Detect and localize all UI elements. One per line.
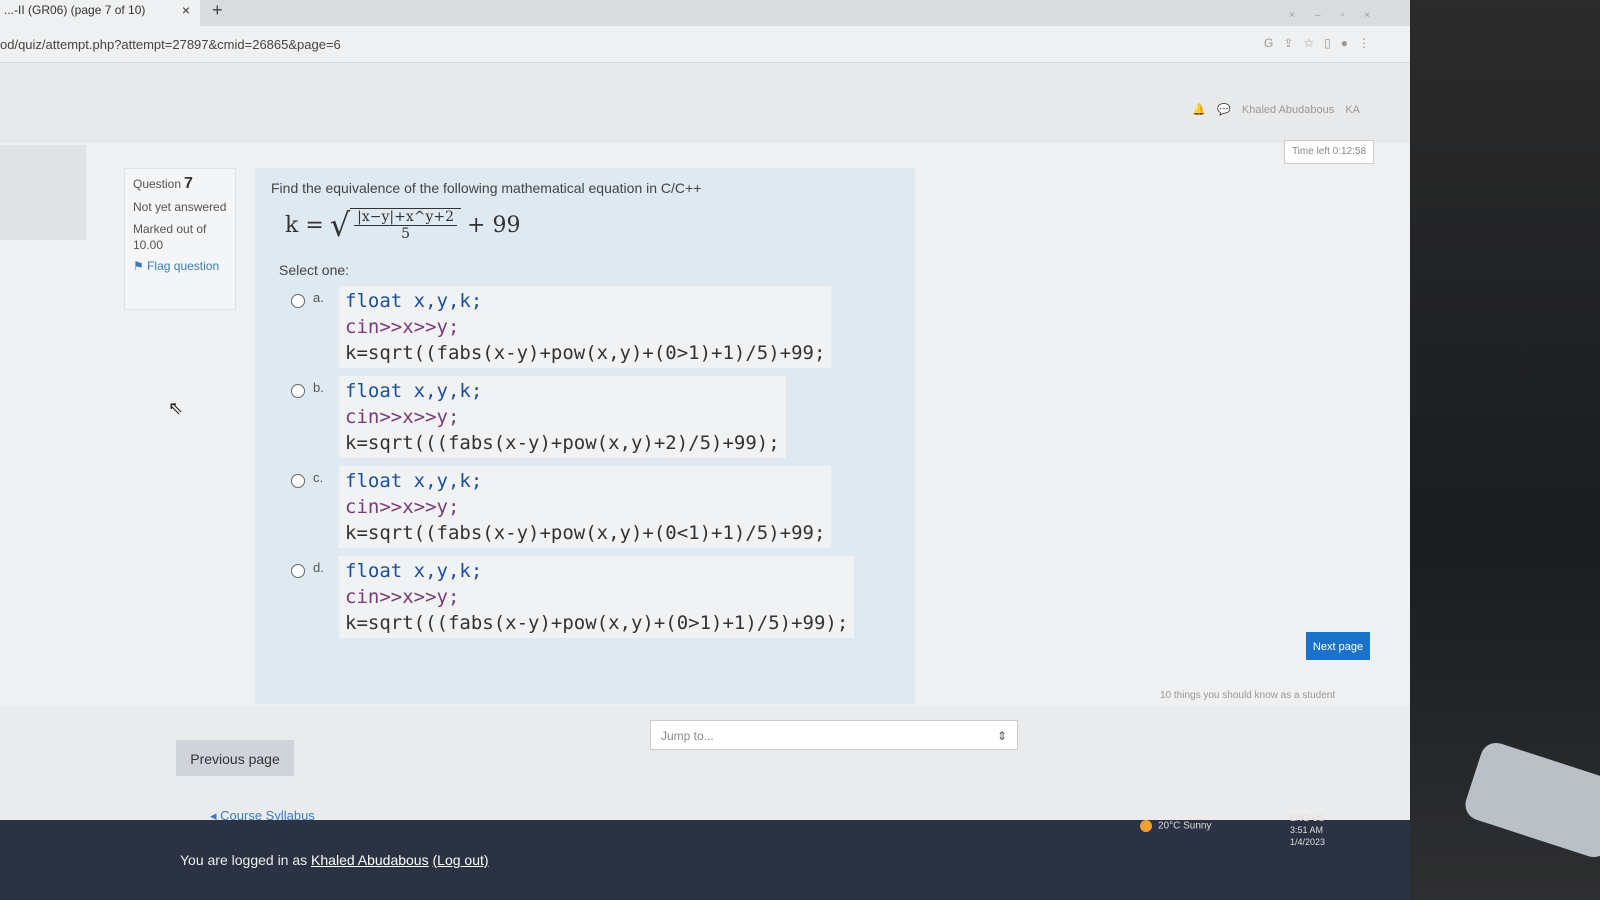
sun-icon xyxy=(1140,820,1152,832)
fraction: |x−y|+x^y+2 5 xyxy=(350,208,462,242)
answer-letter: d. xyxy=(313,560,324,575)
flag-icon: ⚑ xyxy=(133,259,148,273)
previous-page-button[interactable]: Previous page xyxy=(176,740,294,776)
answer-letter: a. xyxy=(313,290,324,305)
url-text[interactable]: od/quiz/attempt.php?attempt=27897&cmid=2… xyxy=(0,37,341,52)
sqrt-symbol: √ |x−y|+x^y+2 5 xyxy=(329,206,462,244)
answer-letter: b. xyxy=(313,380,324,395)
question-text: Find the equivalence of the following ma… xyxy=(271,180,702,196)
answer-code[interactable]: float x,y,k; cin>>x>>y; k=sqrt(((fabs(x-y)… xyxy=(339,556,855,638)
user-link[interactable]: Khaled Abudabous xyxy=(311,852,429,868)
site-header: 🔔 💬 Khaled Abudabous KA xyxy=(0,63,1410,143)
numerator: |x−y|+x^y+2 xyxy=(354,209,458,226)
user-name[interactable]: Khaled Abudabous xyxy=(1242,104,1334,116)
answer-code[interactable]: float x,y,k; cin>>x>>y; k=sqrt((fabs(x-y)+… xyxy=(339,466,832,548)
jump-to-select[interactable]: Jump to... ⇕ xyxy=(650,720,1018,750)
select-arrow-icon: ⇕ xyxy=(996,729,1007,743)
denominator: 5 xyxy=(401,226,411,242)
bell-icon[interactable]: 🔔 xyxy=(1192,104,1206,116)
flag-question-link[interactable]: ⚑ Flag question xyxy=(133,259,227,273)
chat-icon[interactable]: 💬 xyxy=(1217,104,1231,116)
question-number: 7 xyxy=(184,175,193,192)
next-page-button[interactable]: Next page xyxy=(1306,632,1370,660)
question-label: Question xyxy=(133,177,182,191)
radio-d[interactable] xyxy=(291,564,305,578)
answer-option-b[interactable]: b. float x,y,k; cin>>x>>y; k=sqrt(((fabs(x… xyxy=(291,376,899,458)
user-menu[interactable]: 🔔 💬 Khaled Abudabous KA xyxy=(1184,103,1360,116)
new-tab-icon[interactable]: + xyxy=(212,0,223,20)
question-content: Find the equivalence of the following ma… xyxy=(255,168,915,704)
taskbar-weather[interactable]: 20°C Sunny xyxy=(1140,820,1211,832)
answer-option-c[interactable]: c. float x,y,k; cin>>x>>y; k=sqrt((fabs(x-… xyxy=(291,466,899,548)
browser-tab[interactable]: ...-II (GR06) (page 7 of 10) × xyxy=(0,0,200,26)
answer-option-a[interactable]: a. float x,y,k; cin>>x>>y; k=sqrt((fabs(x-… xyxy=(291,286,899,368)
math-formula: k = √ |x−y|+x^y+2 5 + 99 xyxy=(285,206,899,244)
select-one-label: Select one: xyxy=(279,262,350,278)
mouse-cursor-icon: ⇖ xyxy=(168,398,184,418)
tab-close-icon[interactable]: × xyxy=(182,0,190,20)
quiz-timer: Time left 0:12:58 xyxy=(1284,140,1374,164)
window-controls[interactable]: ×–▫× xyxy=(1289,10,1390,21)
question-info: Question 7 Not yet answered Marked out of… xyxy=(124,168,236,310)
toolbar-icons[interactable]: G⇪☆▯●⋮ xyxy=(1264,36,1380,50)
tab-title: ...-II (GR06) (page 7 of 10) xyxy=(4,3,146,17)
logout-link[interactable]: (Log out) xyxy=(433,852,489,868)
radio-a[interactable] xyxy=(291,294,305,308)
formula-rhs: + 99 xyxy=(467,212,521,238)
jump-to-placeholder: Jump to... xyxy=(661,729,714,743)
browser-screen: ...-II (GR06) (page 7 of 10) × + ×–▫× od… xyxy=(0,0,1410,900)
radio-b[interactable] xyxy=(291,384,305,398)
answer-option-d[interactable]: d. float x,y,k; cin>>x>>y; k=sqrt(((fabs(x… xyxy=(291,556,899,638)
radio-c[interactable] xyxy=(291,474,305,488)
logged-in-info: You are logged in as Khaled Abudabous (L… xyxy=(180,852,489,868)
formula-lhs: k = xyxy=(285,212,324,238)
answer-code[interactable]: float x,y,k; cin>>x>>y; k=sqrt(((fabs(x-y)… xyxy=(339,376,786,458)
avatar[interactable]: KA xyxy=(1345,104,1360,116)
answer-letter: c. xyxy=(313,470,324,485)
question-marks: Marked out of 10.00 xyxy=(133,222,207,252)
left-drawer xyxy=(0,145,86,240)
tab-bar: ...-II (GR06) (page 7 of 10) × + ×–▫× xyxy=(0,0,1410,26)
question-status: Not yet answered xyxy=(133,200,227,214)
radical-icon: √ xyxy=(329,206,351,244)
tips-link[interactable]: 10 things you should know as a student xyxy=(1160,690,1335,701)
system-clock[interactable]: ENG US 3:51 AM 1/4/2023 xyxy=(1290,812,1325,848)
address-bar[interactable]: od/quiz/attempt.php?attempt=27897&cmid=2… xyxy=(0,28,1410,63)
answer-code[interactable]: float x,y,k; cin>>x>>y; k=sqrt((fabs(x-y)+… xyxy=(339,286,832,368)
